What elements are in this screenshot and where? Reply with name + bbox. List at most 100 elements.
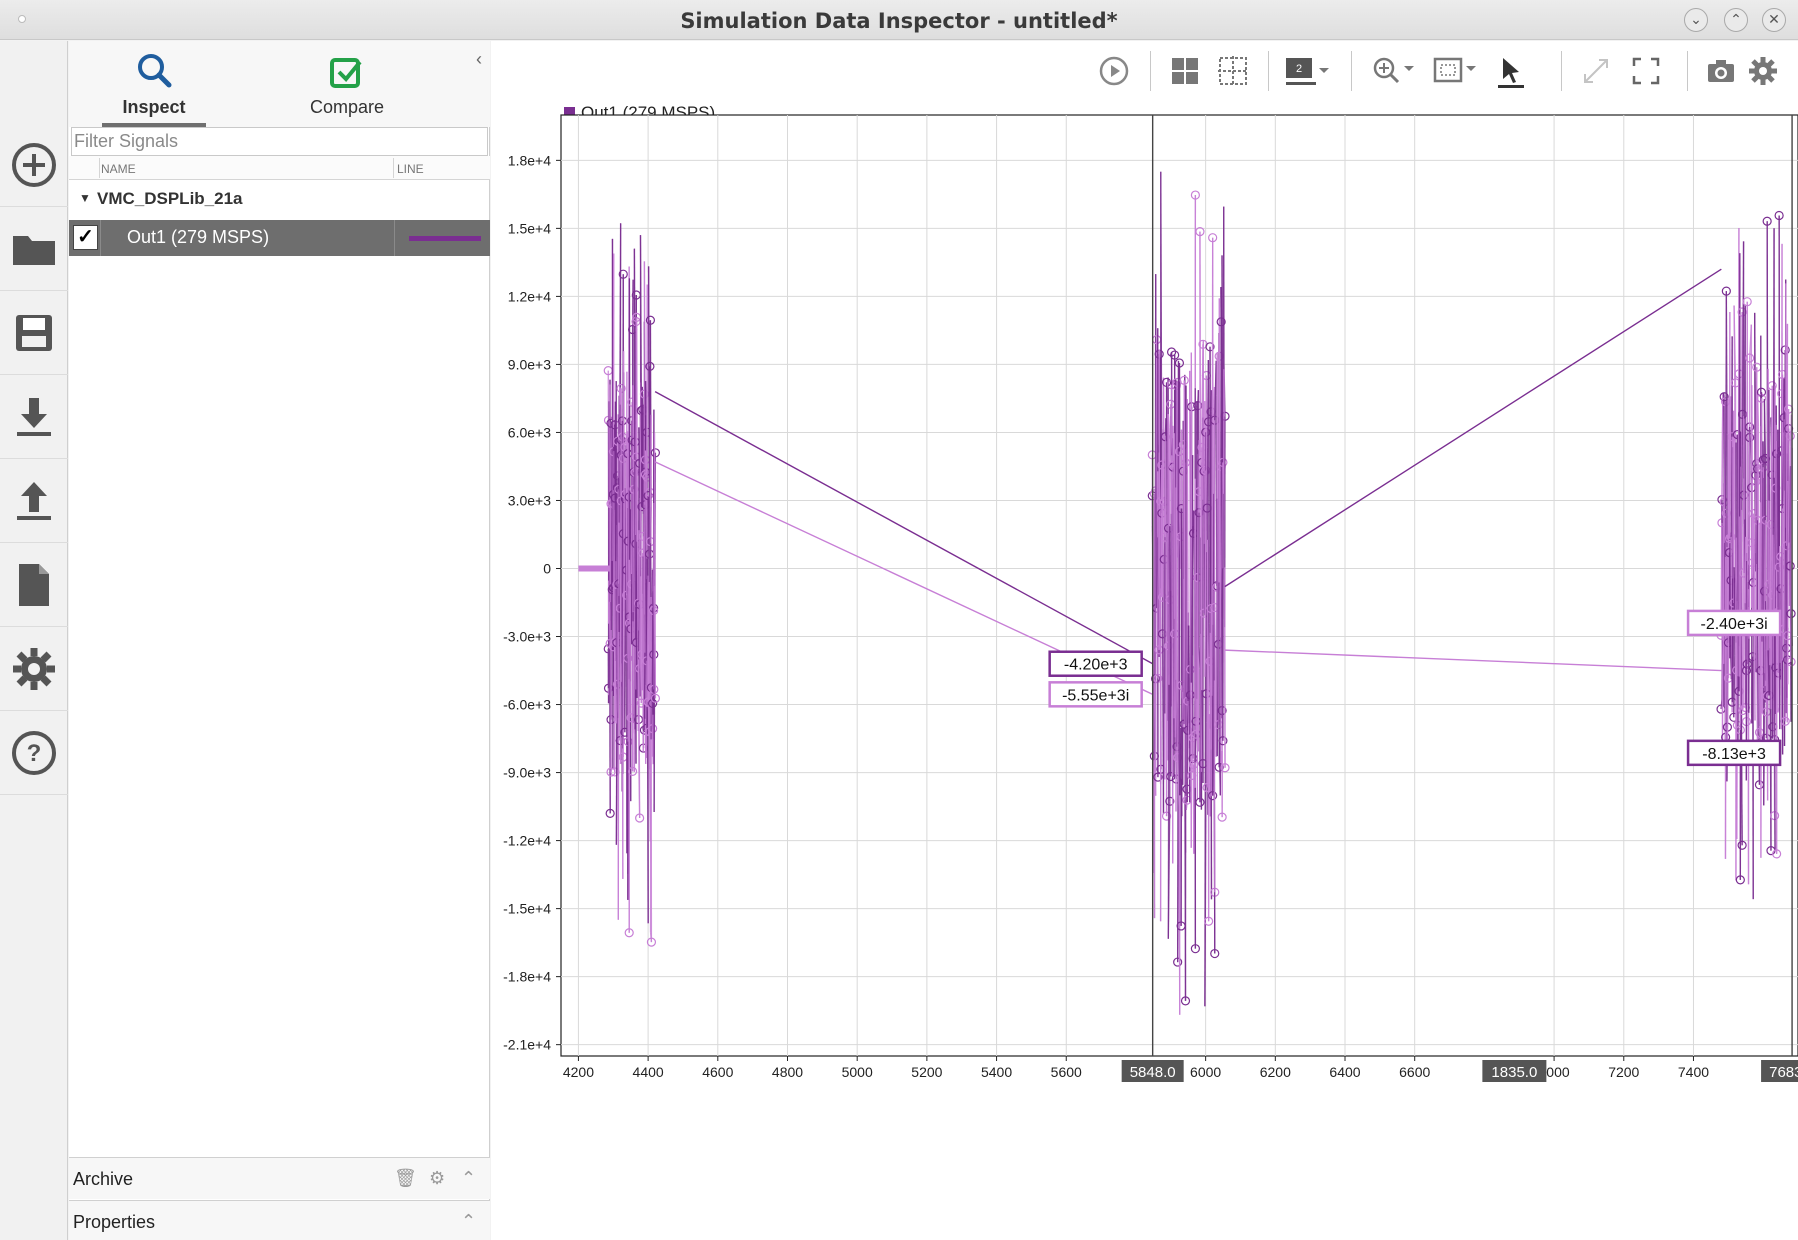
app-window: Simulation Data Inspector - untitled* ⌄ … <box>0 0 1798 1240</box>
chevron-up-icon[interactable]: ⌃ <box>461 1168 476 1189</box>
y-tick-label: 0 <box>543 560 551 576</box>
download-icon <box>17 397 51 436</box>
x-tick-label: 5400 <box>981 1064 1012 1080</box>
help-button[interactable]: ? <box>0 711 68 795</box>
y-tick-label: -1.8e+4 <box>503 969 551 985</box>
svg-text:2: 2 <box>1296 63 1302 75</box>
toolbar-separator <box>1687 51 1688 91</box>
add-icon <box>12 142 56 187</box>
cursor-label: 5848.0 <box>1130 1064 1176 1081</box>
plot-area[interactable]: Out1 (279 MSPS) 1.8e+4 1.5e+4 1.2e+4 9.0e+3… <box>491 101 1798 1240</box>
column-separator <box>100 220 101 256</box>
new-session-button[interactable] <box>0 123 68 207</box>
toolbar-separator <box>1150 51 1151 91</box>
x-tick-label: 6400 <box>1329 1064 1360 1080</box>
layout-button[interactable] <box>1165 49 1205 93</box>
x-tick-label: 5200 <box>911 1064 942 1080</box>
properties-section[interactable]: Properties ⌃ <box>69 1200 490 1240</box>
y-tick-label: 1.2e+4 <box>508 288 551 304</box>
plot-toolbar: 2 <box>491 41 1798 101</box>
expand-triangle-icon[interactable]: ▼ <box>79 191 91 205</box>
help-icon: ? <box>12 730 56 775</box>
signal-name: Out1 (279 MSPS) <box>127 227 270 247</box>
y-tick-label: -1.5e+4 <box>503 901 551 917</box>
toolbar-separator <box>1268 51 1269 91</box>
fit-to-view-icon <box>1433 57 1476 83</box>
column-separator <box>99 158 100 178</box>
toolbar-separator <box>1351 51 1352 91</box>
signal-row[interactable]: ✓ Out1 (279 MSPS) <box>69 220 490 256</box>
replay-button[interactable] <box>1094 49 1134 93</box>
zoom-in-icon <box>1373 57 1414 84</box>
x-tick-label: 4400 <box>633 1064 664 1080</box>
signal-panel: Inspect Compare ‹ Filter Signals NAME LI… <box>69 41 490 1240</box>
x-tick-label: 5600 <box>1051 1064 1082 1080</box>
document-icon <box>19 563 49 606</box>
collapse-panel-icon[interactable]: ‹ <box>476 49 482 70</box>
search-icon <box>138 54 172 88</box>
maximize-button[interactable]: ⌃ <box>1724 8 1748 32</box>
archive-section[interactable]: Archive 🗑 ⚙ ⌃ <box>69 1157 490 1199</box>
checkbox-check-icon <box>330 58 362 88</box>
grid-layout-icon <box>1172 58 1198 84</box>
cursor-count-icon: 2 <box>1286 58 1329 85</box>
fullscreen-button[interactable] <box>1626 49 1666 93</box>
zoom-button[interactable] <box>1369 49 1417 93</box>
cursors-button[interactable]: 2 <box>1281 49 1333 93</box>
gear-icon[interactable]: ⚙ <box>429 1168 445 1189</box>
y-tick-label: -9.0e+3 <box>503 765 551 781</box>
import-button[interactable] <box>0 375 68 459</box>
tab-inspect[interactable]: Inspect <box>74 47 234 127</box>
minimize-button[interactable]: ⌄ <box>1684 8 1708 32</box>
toolbar-separator <box>1561 51 1562 91</box>
filter-signals-input[interactable]: Filter Signals <box>71 127 488 156</box>
subplot-grid-button[interactable] <box>1213 49 1253 93</box>
x-tick-label: 7200 <box>1608 1064 1639 1080</box>
y-tick-label: 9.0e+3 <box>508 356 551 372</box>
dashed-grid-icon <box>1218 56 1248 86</box>
snapshot-button[interactable] <box>1701 49 1741 93</box>
properties-label: Properties <box>73 1212 156 1232</box>
column-name-header[interactable]: NAME <box>101 162 136 176</box>
signal-checkbox[interactable]: ✓ <box>73 225 98 250</box>
cursor-value-real: -8.13e+3 <box>1702 746 1766 763</box>
select-cursor-button[interactable] <box>1491 49 1531 93</box>
report-button[interactable] <box>0 543 68 627</box>
x-tick-label: 6000 <box>1190 1064 1221 1080</box>
preferences-button[interactable] <box>0 627 68 711</box>
chevron-up-icon[interactable]: ⌃ <box>461 1211 476 1232</box>
y-tick-label: 3.0e+3 <box>508 492 551 508</box>
cursor-value-real: -4.20e+3 <box>1064 657 1128 674</box>
y-tick-label: -6.0e+3 <box>503 697 551 713</box>
gear-icon <box>1749 57 1777 85</box>
expand-button[interactable] <box>1576 49 1616 93</box>
cursor-value-imag: -2.40e+3i <box>1700 616 1767 633</box>
trash-icon[interactable]: 🗑 <box>394 1168 417 1189</box>
y-tick-label: -2.1e+4 <box>503 1037 551 1053</box>
y-tick-label: 1.5e+4 <box>508 220 551 236</box>
y-tick-label: 1.8e+4 <box>508 152 551 168</box>
plot-canvas[interactable]: 1.8e+4 1.5e+4 1.2e+4 9.0e+3 6.0e+3 3.0e+3 0 -3.… <box>491 101 1798 1240</box>
column-separator <box>394 220 395 256</box>
camera-icon <box>1708 60 1734 82</box>
open-button[interactable] <box>0 207 68 291</box>
close-button[interactable]: ✕ <box>1762 8 1786 32</box>
tab-compare[interactable]: Compare <box>267 47 427 127</box>
run-group-label: VMC_DSPLib_21a <box>97 189 243 208</box>
y-tick-label: 6.0e+3 <box>508 424 551 440</box>
x-tick-label: 7400 <box>1678 1064 1709 1080</box>
archive-label: Archive <box>73 1169 134 1189</box>
column-line-header[interactable]: LINE <box>397 162 424 176</box>
x-tick-label: 4600 <box>702 1064 733 1080</box>
expand-arrows-icon <box>1584 59 1608 83</box>
save-button[interactable] <box>0 291 68 375</box>
title-bar: Simulation Data Inspector - untitled* ⌄ … <box>0 0 1798 40</box>
fit-button[interactable] <box>1431 49 1479 93</box>
x-tick-label: 4200 <box>563 1064 594 1080</box>
signal-table-header: NAME LINE <box>69 156 490 180</box>
visualization-settings-button[interactable] <box>1743 49 1783 93</box>
export-button[interactable] <box>0 459 68 543</box>
tab-inspect-label: Inspect <box>122 97 186 117</box>
run-group-row[interactable]: ▼ VMC_DSPLib_21a <box>69 181 490 217</box>
signal-line-swatch[interactable] <box>409 236 481 241</box>
